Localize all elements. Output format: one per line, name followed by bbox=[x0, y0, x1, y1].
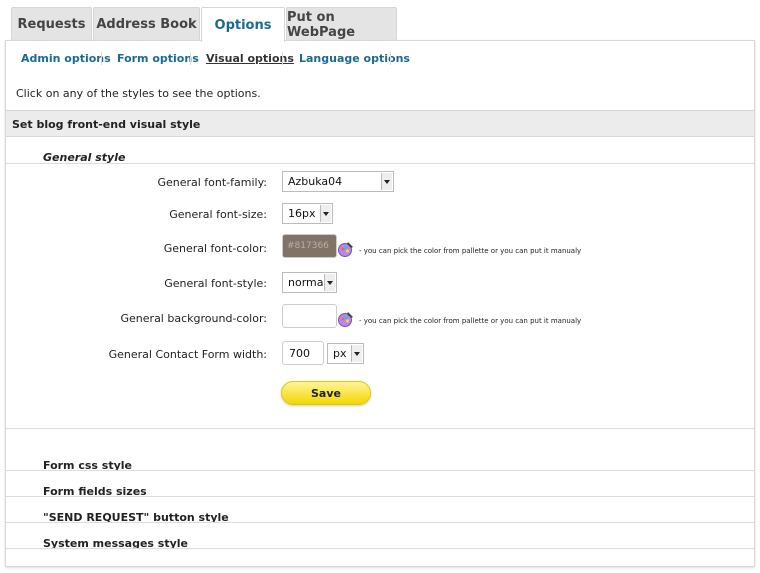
subnav-form-options[interactable]: Form options bbox=[117, 52, 199, 65]
options-panel: Admin options Form options Visual option… bbox=[5, 40, 755, 567]
form-width-unit-select[interactable]: px bbox=[327, 343, 364, 364]
divider bbox=[6, 496, 754, 497]
chevron-down-icon bbox=[320, 205, 331, 222]
color-picker-icon[interactable] bbox=[337, 310, 355, 328]
tab-put-on-webpage-label: Put on WebPage bbox=[287, 9, 356, 40]
subnav-divider bbox=[190, 52, 191, 65]
font-style-label: General font-style: bbox=[164, 277, 267, 290]
tab-options[interactable]: Options bbox=[201, 7, 285, 42]
form-width-label: General Contact Form width: bbox=[108, 348, 267, 361]
font-color-input[interactable]: #817366 bbox=[282, 234, 337, 258]
options-subnav: Admin options Form options Visual option… bbox=[6, 41, 754, 74]
main-tabs: Requests Address Book Options Put on Web… bbox=[11, 7, 751, 42]
font-family-select[interactable]: Azbuka04 bbox=[282, 171, 394, 192]
tab-options-label: Options bbox=[214, 17, 272, 33]
font-style-select[interactable]: normal bbox=[282, 272, 337, 293]
tab-address-book-label: Address Book bbox=[96, 17, 197, 32]
font-size-label: General font-size: bbox=[169, 208, 267, 221]
font-size-select[interactable]: 16px bbox=[282, 203, 333, 224]
subnav-divider bbox=[282, 52, 283, 65]
font-color-note: - you can pick the color from pallette o… bbox=[359, 247, 582, 255]
form-width-input[interactable]: 700 bbox=[282, 341, 324, 365]
font-family-value: Azbuka04 bbox=[288, 175, 343, 188]
subnav-admin-options[interactable]: Admin options bbox=[21, 52, 111, 65]
save-button[interactable]: Save bbox=[281, 381, 371, 405]
divider bbox=[6, 522, 754, 523]
divider bbox=[6, 163, 754, 164]
font-size-value: 16px bbox=[288, 207, 316, 220]
tab-address-book[interactable]: Address Book bbox=[93, 7, 200, 41]
form-width-unit-value: px bbox=[333, 347, 347, 360]
instructions-text: Click on any of the styles to see the op… bbox=[16, 87, 261, 100]
subnav-divider bbox=[101, 52, 102, 65]
subnav-visual-options[interactable]: Visual options bbox=[206, 52, 294, 65]
background-color-note: - you can pick the color from pallette o… bbox=[359, 317, 582, 325]
color-picker-icon[interactable] bbox=[337, 240, 355, 258]
divider bbox=[6, 428, 754, 429]
font-color-label: General font-color: bbox=[163, 242, 267, 255]
divider bbox=[6, 470, 754, 471]
font-style-value: normal bbox=[288, 276, 327, 289]
tab-requests[interactable]: Requests bbox=[11, 7, 92, 41]
background-color-input[interactable] bbox=[282, 304, 337, 328]
subnav-divider bbox=[390, 52, 391, 65]
chevron-down-icon bbox=[381, 173, 392, 190]
subnav-language-options[interactable]: Language options bbox=[299, 52, 410, 65]
chevron-down-icon bbox=[324, 274, 335, 291]
tab-requests-label: Requests bbox=[17, 17, 86, 32]
divider bbox=[6, 548, 754, 549]
section-header: Set blog front-end visual style bbox=[6, 110, 754, 137]
tab-put-on-webpage[interactable]: Put on WebPage bbox=[286, 7, 397, 41]
font-family-label: General font-family: bbox=[157, 176, 267, 189]
background-color-label: General background-color: bbox=[120, 312, 267, 325]
chevron-down-icon bbox=[351, 345, 362, 362]
